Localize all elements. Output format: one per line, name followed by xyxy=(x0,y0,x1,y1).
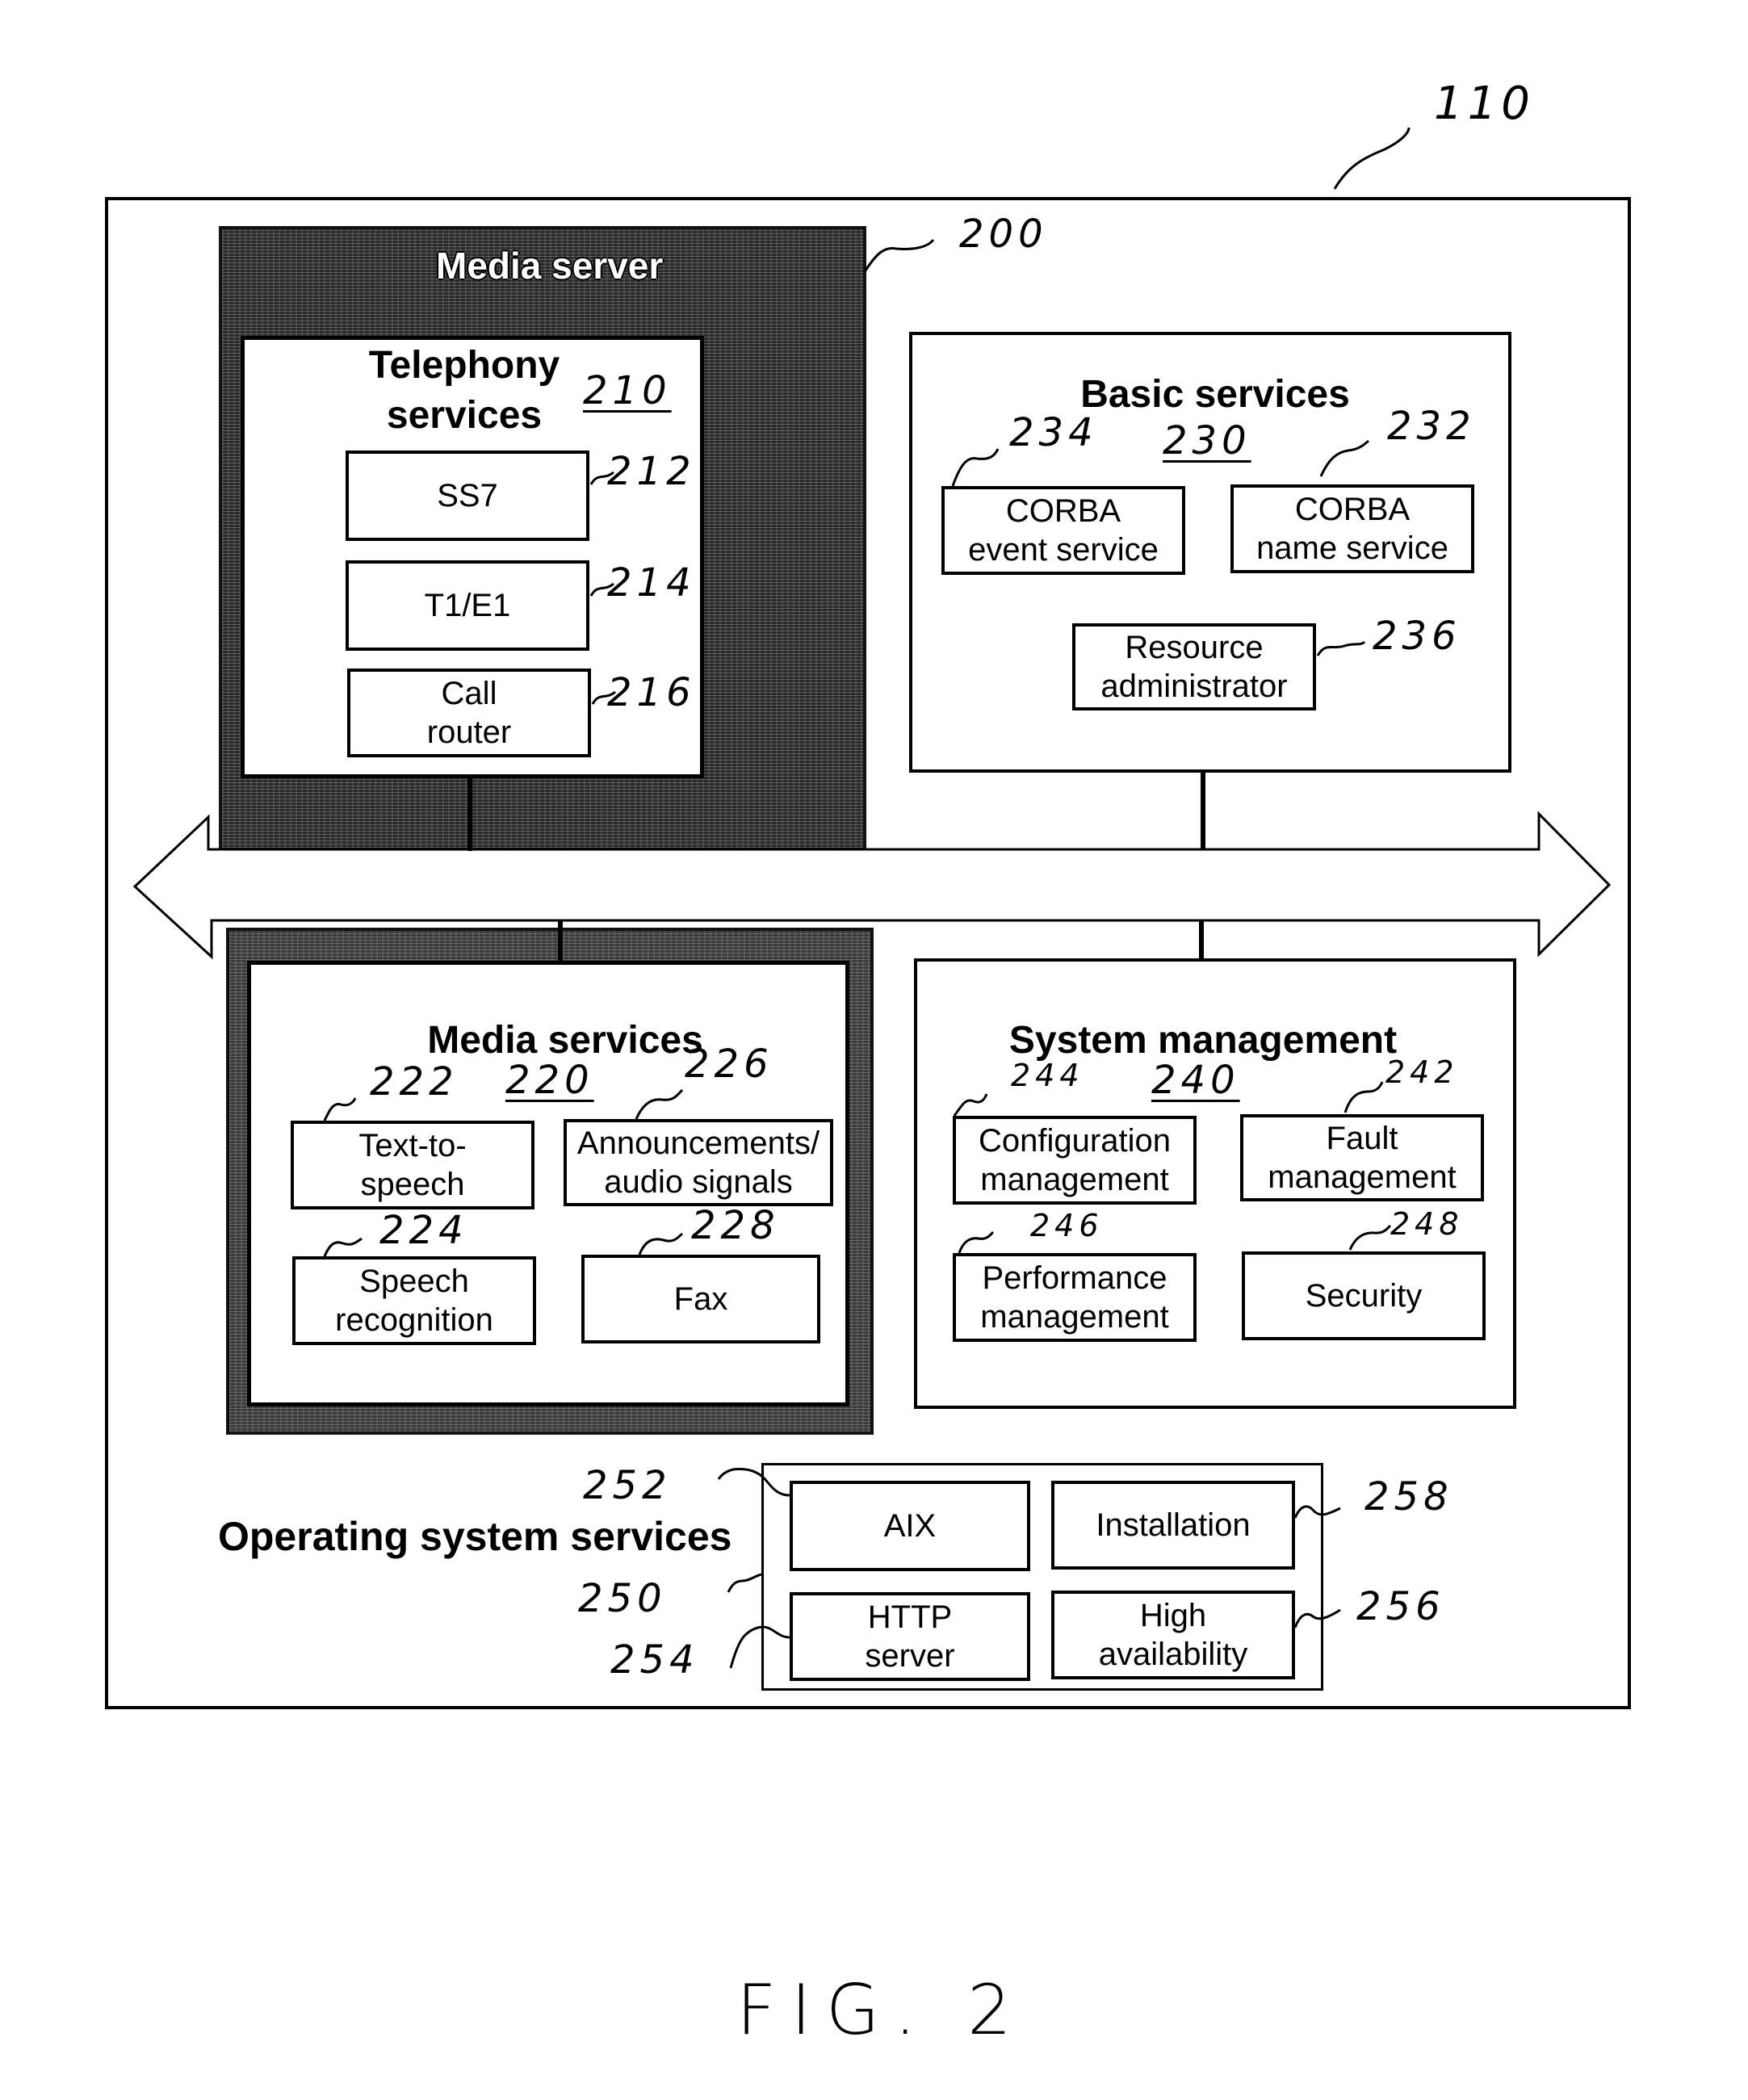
ref-200: 200 xyxy=(959,212,1048,257)
ref-228: 228 xyxy=(691,1203,780,1248)
basic-item-corba-name-service: CORBA name service xyxy=(1230,484,1474,573)
telephony-item-t1e1: T1/E1 xyxy=(346,560,589,651)
ref-224: 224 xyxy=(379,1208,468,1253)
ref-242: 242 xyxy=(1385,1054,1459,1090)
leader-110 xyxy=(1333,127,1411,190)
ref-260: 260 xyxy=(1247,854,1335,899)
os-item-http-server: HTTP server xyxy=(790,1592,1030,1681)
telephony-item-ss7: SS7 xyxy=(346,451,589,541)
ref-226: 226 xyxy=(685,1042,773,1087)
ref-248: 248 xyxy=(1390,1206,1464,1242)
ref-252: 252 xyxy=(583,1463,672,1508)
ref-236: 236 xyxy=(1373,614,1461,659)
ref-246: 246 xyxy=(1030,1208,1104,1243)
ref-210: 210 xyxy=(583,368,672,413)
ref-220: 220 xyxy=(505,1058,594,1103)
ref-110: 110 xyxy=(1434,78,1535,130)
ref-234: 234 xyxy=(1009,410,1098,455)
os-item-aix: AIX xyxy=(790,1481,1030,1571)
ref-244: 244 xyxy=(1011,1058,1084,1093)
sysmgmt-item-security: Security xyxy=(1242,1251,1486,1340)
ref-222: 222 xyxy=(370,1059,459,1104)
telephony-item-call-router: Call router xyxy=(347,669,591,757)
ref-214: 214 xyxy=(607,560,696,606)
figure-caption: FIG. 2 xyxy=(736,1970,1026,2051)
ref-250: 250 xyxy=(578,1576,667,1621)
ref-240: 240 xyxy=(1151,1058,1240,1103)
media-server-title: Media server xyxy=(436,245,664,287)
media-item-announcements-audio-signals: Announcements/ audio signals xyxy=(564,1119,833,1206)
ref-212: 212 xyxy=(607,449,696,494)
sysmgmt-item-configuration-management: Configuration management xyxy=(953,1116,1197,1205)
os-item-high-availability: High availability xyxy=(1051,1591,1295,1679)
telephony-services-title: Telephony services xyxy=(368,344,560,437)
sysmgmt-item-fault-management: Fault management xyxy=(1240,1114,1484,1201)
ref-258: 258 xyxy=(1364,1474,1453,1519)
media-item-text-to-speech: Text-to- speech xyxy=(291,1121,534,1209)
media-item-fax: Fax xyxy=(581,1255,820,1343)
os-services-title: Operating system services xyxy=(218,1514,732,1559)
basic-item-corba-event-service: CORBA event service xyxy=(941,486,1185,575)
basic-item-resource-administrator: Resource administrator xyxy=(1072,623,1316,710)
sysmgmt-item-performance-management: Performance management xyxy=(953,1253,1197,1342)
ref-256: 256 xyxy=(1356,1584,1445,1629)
os-item-installation: Installation xyxy=(1051,1481,1295,1570)
bus-label: CORBA distributed software bus xyxy=(536,857,1138,899)
ref-230: 230 xyxy=(1163,418,1251,463)
media-item-speech-recognition: Speech recognition xyxy=(292,1256,536,1345)
ref-232: 232 xyxy=(1387,404,1476,449)
ref-254: 254 xyxy=(610,1637,699,1683)
ref-216: 216 xyxy=(607,670,696,715)
